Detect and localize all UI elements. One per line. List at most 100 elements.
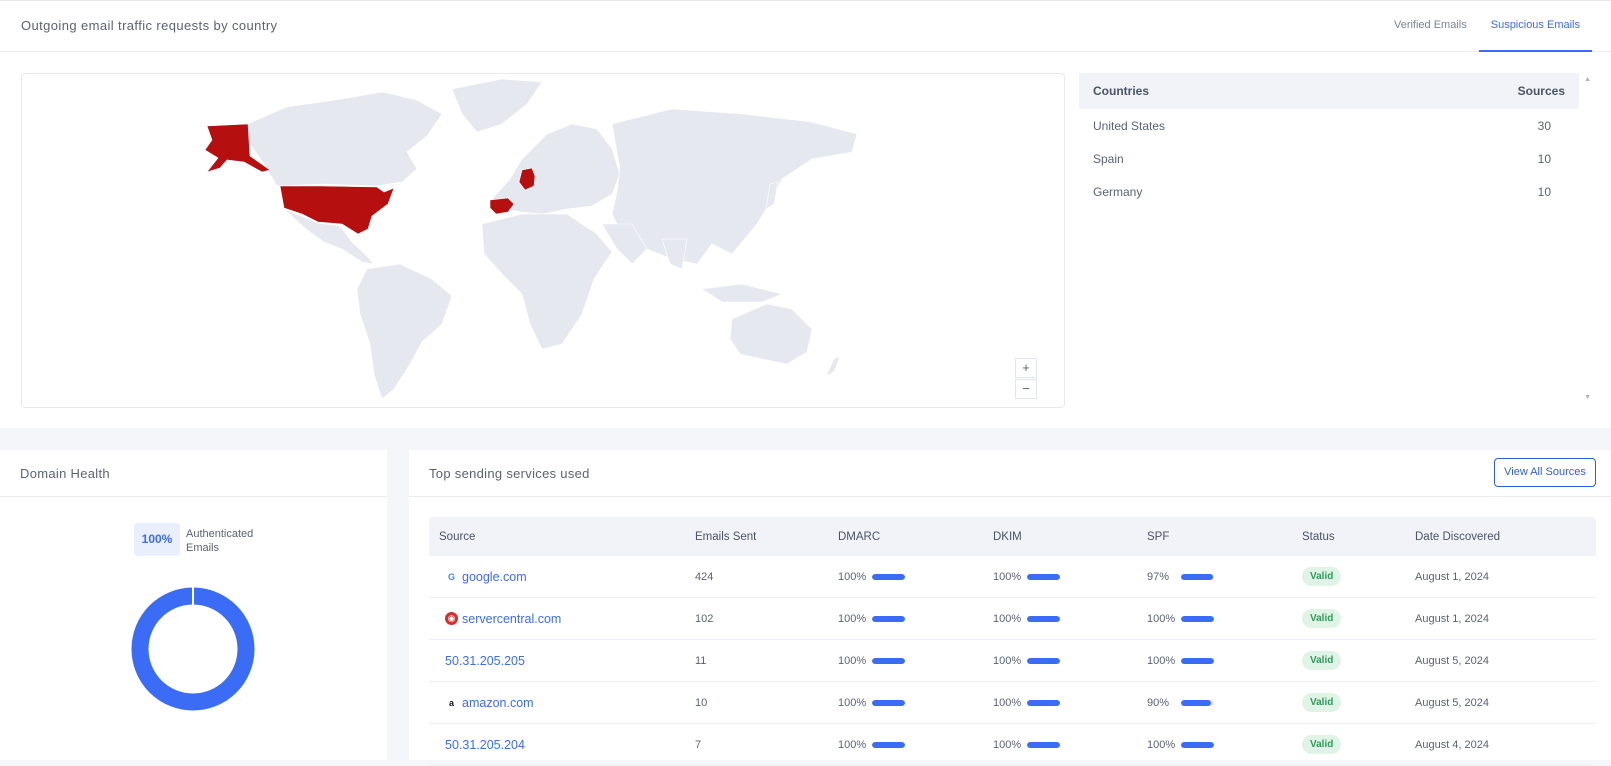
status-badge: Valid	[1302, 609, 1342, 628]
dkim-bar	[1027, 573, 1060, 580]
map-country-greenland[interactable]	[451, 78, 543, 133]
google-icon: G	[445, 570, 458, 583]
domain-health-card: Domain Health 100% Authenticated Emails	[0, 450, 387, 760]
country-sources: 10	[1537, 184, 1551, 199]
view-all-sources-button[interactable]: View All Sources	[1494, 458, 1596, 487]
amazon-icon: a	[445, 696, 458, 709]
tab-verified-emails[interactable]: Verified Emails	[1382, 1, 1479, 52]
map-country-new-zealand[interactable]	[825, 355, 841, 377]
map-country-spain[interactable]	[489, 197, 515, 215]
header-date-discovered: Date Discovered	[1415, 530, 1501, 543]
header-dmarc: DMARC	[838, 530, 881, 543]
date-discovered-cell: August 1, 2024	[1415, 612, 1490, 625]
status-badge: Valid	[1302, 651, 1342, 670]
spf-cell: 100%	[1147, 724, 1214, 765]
source-link[interactable]: amazon.com	[462, 696, 534, 710]
dkim-percent: 100%	[993, 696, 1022, 709]
traffic-header: Outgoing email traffic requests by count…	[0, 1, 1611, 52]
dmarc-bar	[872, 573, 905, 580]
dmarc-bar-fill	[872, 699, 905, 706]
status-cell: Valid	[1302, 556, 1342, 597]
map-region-indonesia[interactable]	[701, 283, 783, 303]
dkim-bar-fill	[1027, 657, 1060, 664]
dmarc-bar	[872, 741, 905, 748]
spf-bar-fill	[1181, 573, 1213, 580]
dkim-bar	[1027, 615, 1060, 622]
spf-percent: 97%	[1147, 570, 1170, 583]
zoom-out-button[interactable]: −	[1015, 379, 1037, 399]
date-discovered-cell: August 4, 2024	[1415, 738, 1490, 751]
dkim-cell: 100%	[993, 556, 1060, 597]
traffic-card: Outgoing email traffic requests by count…	[0, 0, 1611, 428]
dmarc-bar	[872, 615, 905, 622]
spf-bar-fill	[1181, 615, 1214, 622]
map-country-australia[interactable]	[729, 303, 813, 365]
header-dkim: DKIM	[993, 530, 1022, 543]
dkim-cell: 100%	[993, 682, 1060, 723]
source-link[interactable]: google.com	[462, 570, 527, 584]
authenticated-donut-chart	[131, 587, 255, 711]
dmarc-cell: 100%	[838, 640, 905, 681]
country-row: United States 30	[1079, 109, 1579, 142]
country-table-header: Countries Sources	[1079, 73, 1579, 109]
spf-percent: 100%	[1147, 738, 1176, 751]
map-region-africa[interactable]	[481, 213, 613, 350]
map-country-south-america[interactable]	[356, 263, 453, 400]
dkim-bar-fill	[1027, 741, 1060, 748]
services-table-header: Source Emails Sent DMARC DKIM SPF Status…	[429, 517, 1596, 556]
emails-sent-cell: 424	[695, 570, 714, 583]
dmarc-percent: 100%	[838, 612, 867, 625]
source-cell: 50.31.205.205	[445, 640, 525, 681]
dkim-percent: 100%	[993, 570, 1022, 583]
source-cell: Ggoogle.com	[445, 556, 527, 597]
country-row: Germany 10	[1079, 175, 1579, 208]
country-name: United States	[1093, 118, 1166, 133]
dkim-bar-fill	[1027, 615, 1060, 622]
map-country-canada[interactable]	[246, 91, 443, 187]
country-sources: 10	[1537, 151, 1551, 166]
spf-percent: 100%	[1147, 612, 1176, 625]
emails-sent-cell: 11	[695, 654, 707, 667]
emails-sent-cell: 7	[695, 738, 702, 751]
dmarc-bar	[872, 699, 905, 706]
sending-services-title: Top sending services used	[429, 466, 590, 481]
scroll-up-icon[interactable]: ▲	[1584, 76, 1591, 83]
zoom-in-button[interactable]: +	[1015, 358, 1037, 378]
dmarc-percent: 100%	[838, 570, 867, 583]
spf-cell: 100%	[1147, 598, 1214, 639]
dkim-bar-fill	[1027, 573, 1060, 580]
spf-percent: 90%	[1147, 696, 1170, 709]
tab-suspicious-emails[interactable]: Suspicious Emails	[1478, 1, 1592, 52]
dkim-bar	[1027, 699, 1060, 706]
authenticated-percent-badge: 100%	[134, 523, 180, 556]
source-link[interactable]: servercentral.com	[462, 612, 561, 626]
dkim-bar	[1027, 657, 1060, 664]
source-link[interactable]: 50.31.205.205	[445, 654, 525, 668]
dkim-bar	[1027, 741, 1060, 748]
country-sources: 30	[1537, 118, 1551, 133]
source-cell: ◉ servercentral.com	[445, 598, 561, 639]
country-table: Countries Sources United States 30 Spain…	[1079, 73, 1579, 208]
dmarc-cell: 100%	[838, 724, 905, 765]
domain-health-title: Domain Health	[20, 466, 110, 481]
dkim-bar-fill	[1027, 699, 1060, 706]
map-region-europe[interactable]	[491, 123, 621, 215]
spf-bar-fill	[1181, 741, 1214, 748]
dkim-cell: 100%	[993, 598, 1060, 639]
source-cell: 50.31.205.204	[445, 724, 525, 765]
services-table: Source Emails Sent DMARC DKIM SPF Status…	[429, 517, 1596, 766]
spf-bar-fill	[1181, 699, 1211, 706]
world-map[interactable]: + −	[21, 73, 1065, 408]
dmarc-bar-fill	[872, 657, 905, 664]
status-badge: Valid	[1302, 735, 1342, 754]
spf-bar-fill	[1181, 657, 1214, 664]
spf-cell: 100%	[1147, 640, 1214, 681]
traffic-title: Outgoing email traffic requests by count…	[21, 18, 278, 33]
source-cell: a amazon.com	[445, 682, 534, 723]
servercentral-icon: ◉	[445, 612, 458, 625]
scroll-down-icon[interactable]: ▼	[1584, 394, 1591, 401]
dmarc-bar	[872, 657, 905, 664]
country-row: Spain 10	[1079, 142, 1579, 175]
source-link[interactable]: 50.31.205.204	[445, 738, 525, 752]
map-region-asia[interactable]	[611, 108, 858, 265]
